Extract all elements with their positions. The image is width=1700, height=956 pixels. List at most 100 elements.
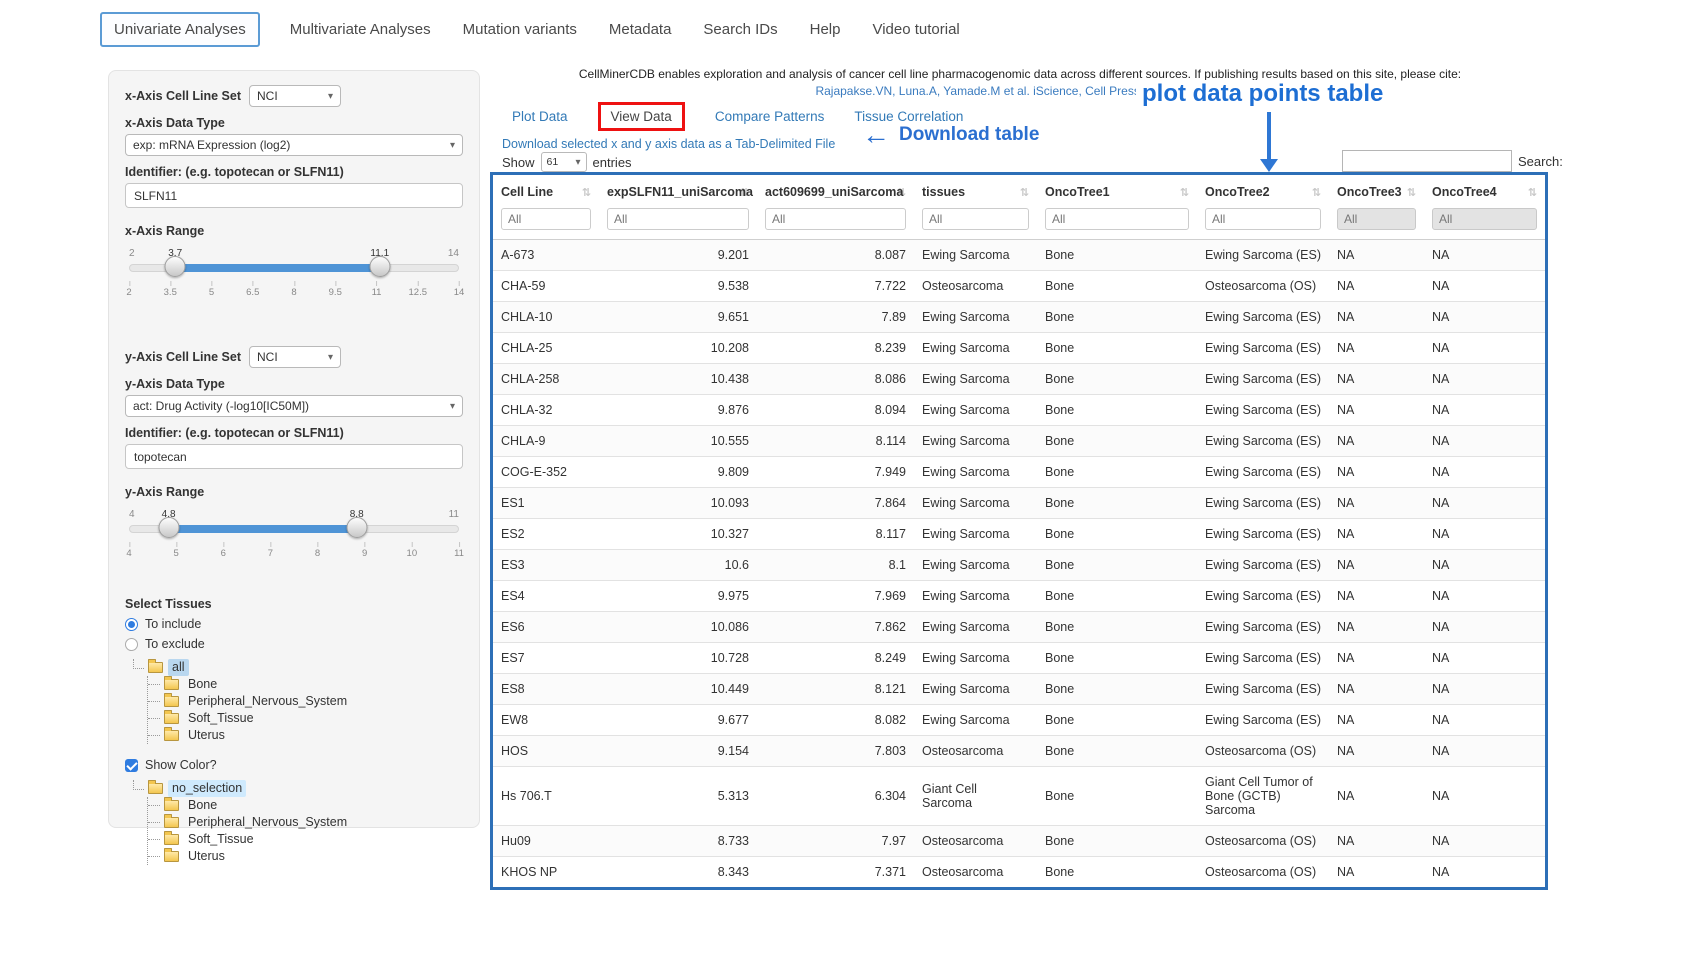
cell-expslfn11-unisarcoma: 10.6 [599,550,757,581]
filter-input-expslfn11-unisarcoma[interactable] [607,208,749,230]
filter-input-cell-line[interactable] [501,208,591,230]
filter-input-oncotree3[interactable] [1337,208,1416,230]
table-row-es3[interactable]: ES310.68.1Ewing SarcomaBoneEwing Sarcoma… [493,550,1545,581]
download-tab-delimited-link[interactable]: Download selected x and y axis data as a… [502,137,835,151]
subtab-plot-data[interactable]: Plot Data [512,109,568,124]
table-row-khos-np[interactable]: KHOS NP8.3437.371OsteosarcomaBoneOsteosa… [493,857,1545,888]
cell-oncotree3: NA [1329,519,1424,550]
tree-node-soft-tissue[interactable]: Soft_Tissue [148,710,463,727]
tree-node-bone[interactable]: Bone [148,676,463,693]
slider-handle-right[interactable] [369,256,390,277]
table-row-a-673[interactable]: A-6739.2018.087Ewing SarcomaBoneEwing Sa… [493,240,1545,271]
table-row-hs-706-t[interactable]: Hs 706.T5.3136.304Giant Cell SarcomaBone… [493,767,1545,826]
table-row-ew8[interactable]: EW89.6778.082Ewing SarcomaBoneEwing Sarc… [493,705,1545,736]
sort-icon[interactable]: ⇅ [1020,186,1029,199]
nav-tab-search-ids[interactable]: Search IDs [701,13,779,46]
sort-icon[interactable]: ⇅ [1312,186,1321,199]
x-cell-line-set-label: x-Axis Cell Line Set [125,89,241,103]
column-header-oncotree3[interactable]: ⇅OncoTree3 [1329,175,1424,206]
filter-input-oncotree1[interactable] [1045,208,1189,230]
cell-oncotree2: Ewing Sarcoma (ES) [1197,426,1329,457]
show-color-checkbox[interactable]: Show Color? [125,758,463,772]
y-identifier-label: Identifier: (e.g. topotecan or SLFN11) [125,426,463,440]
checkbox-checked-icon [125,759,138,772]
folder-icon [164,800,179,811]
nav-tab-video-tutorial[interactable]: Video tutorial [870,13,961,46]
sort-icon[interactable]: ⇅ [1407,186,1416,199]
cell-oncotree4: NA [1424,240,1545,271]
column-header-oncotree2[interactable]: ⇅OncoTree2 [1197,175,1329,206]
sort-icon[interactable]: ⇅ [1528,186,1537,199]
y-cell-line-set-select[interactable]: NCI ▾ [249,346,341,368]
radio-to-include[interactable]: To include [125,617,463,631]
radio-checked-icon [125,618,138,631]
slider-handle-left[interactable] [158,517,179,538]
subtab-view-data[interactable]: View Data [598,102,685,131]
table-row-es4[interactable]: ES49.9757.969Ewing SarcomaBoneEwing Sarc… [493,581,1545,612]
cell-oncotree3: NA [1329,457,1424,488]
column-header-cell-line[interactable]: ⇅Cell Line [493,175,599,206]
cell-tissues: Ewing Sarcoma [914,364,1037,395]
filter-input-tissues[interactable] [922,208,1029,230]
nav-tab-univariate-analyses[interactable]: Univariate Analyses [100,12,260,47]
radio-to-exclude[interactable]: To exclude [125,637,463,651]
table-row-es8[interactable]: ES810.4498.121Ewing SarcomaBoneEwing Sar… [493,674,1545,705]
x-data-type-select[interactable]: exp: mRNA Expression (log2) ▾ [125,134,463,156]
table-row-chla-25[interactable]: CHLA-2510.2088.239Ewing SarcomaBoneEwing… [493,333,1545,364]
y-cell-line-set-value: NCI [257,350,278,364]
table-row-chla-32[interactable]: CHLA-329.8768.094Ewing SarcomaBoneEwing … [493,395,1545,426]
cell-act609699-unisarcoma: 7.803 [757,736,914,767]
slider-handle-left[interactable] [165,256,186,277]
sort-icon[interactable]: ⇅ [1180,186,1189,199]
tree-node-soft-tissue[interactable]: Soft_Tissue [148,831,463,848]
column-header-tissues[interactable]: ⇅tissues [914,175,1037,206]
entries-per-page-select[interactable]: 61 ▾ [541,152,587,172]
table-row-es6[interactable]: ES610.0867.862Ewing SarcomaBoneEwing Sar… [493,612,1545,643]
column-header-oncotree1[interactable]: ⇅OncoTree1 [1037,175,1197,206]
table-row-cha-59[interactable]: CHA-599.5387.722OsteosarcomaBoneOsteosar… [493,271,1545,302]
table-row-chla-258[interactable]: CHLA-25810.4388.086Ewing SarcomaBoneEwin… [493,364,1545,395]
table-row-cog-e-352[interactable]: COG-E-3529.8097.949Ewing SarcomaBoneEwin… [493,457,1545,488]
nav-tab-mutation-variants[interactable]: Mutation variants [461,13,579,46]
tree-node-peripheral-nervous-system[interactable]: Peripheral_Nervous_System [148,693,463,710]
table-row-hos[interactable]: HOS9.1547.803OsteosarcomaBoneOsteosarcom… [493,736,1545,767]
table-row-chla-10[interactable]: CHLA-109.6517.89Ewing SarcomaBoneEwing S… [493,302,1545,333]
filter-input-oncotree4[interactable] [1432,208,1537,230]
nav-tab-help[interactable]: Help [808,13,843,46]
slider-selected-range[interactable] [175,264,380,272]
table-row-es1[interactable]: ES110.0937.864Ewing SarcomaBoneEwing Sar… [493,488,1545,519]
tree-node-bone[interactable]: Bone [148,797,463,814]
cell-act609699-unisarcoma: 7.89 [757,302,914,333]
search-input[interactable] [1342,150,1512,172]
x-identifier-input[interactable] [125,183,463,208]
table-row-es2[interactable]: ES210.3278.117Ewing SarcomaBoneEwing Sar… [493,519,1545,550]
filter-input-act609699-unisarcoma[interactable] [765,208,906,230]
tree-node-uterus[interactable]: Uterus [148,727,463,744]
subtab-compare-patterns[interactable]: Compare Patterns [715,109,825,124]
column-header-act609699-unisarcoma[interactable]: ⇅act609699_uniSarcoma [757,175,914,206]
slider-handle-right[interactable] [346,517,367,538]
column-header-expslfn11-unisarcoma[interactable]: ⇅expSLFN11_uniSarcoma [599,175,757,206]
y-identifier-input[interactable] [125,444,463,469]
x-cell-line-set-select[interactable]: NCI ▾ [249,85,341,107]
tree-node-peripheral-nervous-system[interactable]: Peripheral_Nervous_System [148,814,463,831]
y-data-type-select[interactable]: act: Drug Activity (-log10[IC50M]) ▾ [125,395,463,417]
table-row-chla-9[interactable]: CHLA-910.5558.114Ewing SarcomaBoneEwing … [493,426,1545,457]
tree-node-no-selection[interactable]: no_selection [133,780,463,797]
tree-node-all[interactable]: all [133,659,463,676]
table-row-hu09[interactable]: Hu098.7337.97OsteosarcomaBoneOsteosarcom… [493,826,1545,857]
cell-oncotree2: Osteosarcoma (OS) [1197,736,1329,767]
cell-oncotree4: NA [1424,364,1545,395]
table-row-es7[interactable]: ES710.7288.249Ewing SarcomaBoneEwing Sar… [493,643,1545,674]
column-header-label: act609699_uniSarcoma [765,185,903,199]
sort-icon[interactable]: ⇅ [582,186,591,199]
cell-oncotree3: NA [1329,612,1424,643]
nav-tab-multivariate-analyses[interactable]: Multivariate Analyses [288,13,433,46]
column-header-oncotree4[interactable]: ⇅OncoTree4 [1424,175,1545,206]
cell-oncotree3: NA [1329,488,1424,519]
nav-tab-metadata[interactable]: Metadata [607,13,674,46]
slider-selected-range[interactable] [169,525,357,533]
tree-node-uterus[interactable]: Uterus [148,848,463,865]
cell-oncotree1: Bone [1037,240,1197,271]
filter-input-oncotree2[interactable] [1205,208,1321,230]
